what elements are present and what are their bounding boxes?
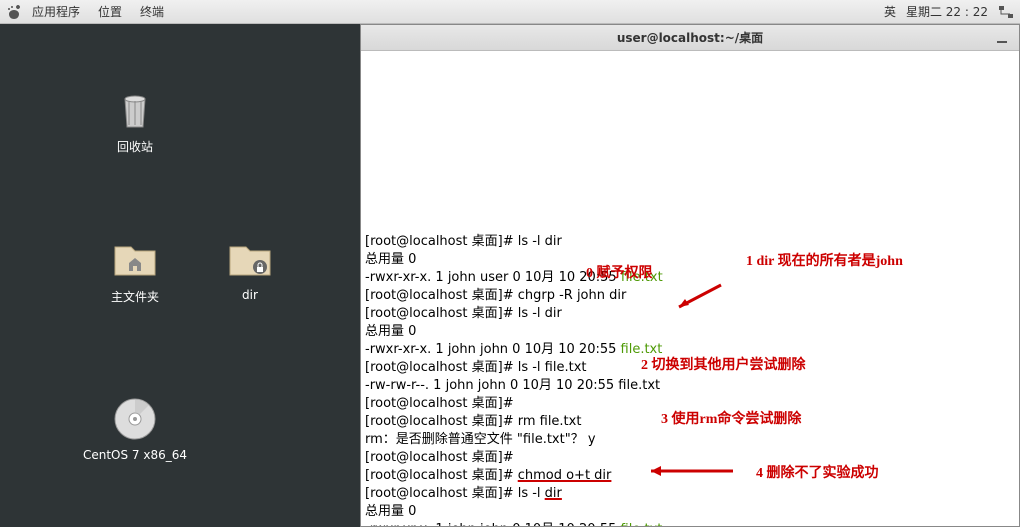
terminal-line: [root@localhost 桌面]#	[365, 449, 1015, 467]
trash-label: 回收站	[90, 138, 180, 155]
trash-icon[interactable]: 回收站	[90, 84, 180, 155]
gnome-logo-icon	[6, 4, 22, 20]
terminal-line: -rwxr-xr-x. 1 john john 0 10月 10 20:55 f…	[365, 521, 1015, 526]
dir-label: dir	[205, 288, 295, 302]
terminal-line: [root@localhost 桌面]# ls -l dir	[365, 485, 1015, 503]
terminal-line: 总用量 0	[365, 323, 1015, 341]
terminal-window: user@localhost:~/桌面 0 赋予权限 1 dir 现在的所有者是…	[360, 24, 1020, 527]
dir-folder-icon[interactable]: dir	[205, 234, 295, 302]
terminal-line: [root@localhost 桌面]# chmod o+t dir	[365, 467, 1015, 485]
terminal-line: -rwxr-xr-x. 1 john john 0 10月 10 20:55 f…	[365, 341, 1015, 359]
cd-icon[interactable]: CentOS 7 x86_64	[80, 394, 190, 462]
network-icon[interactable]	[998, 4, 1014, 20]
input-method-indicator[interactable]: 英	[884, 3, 896, 20]
terminal-line: 总用量 0	[365, 251, 1015, 269]
terminal-line: [root@localhost 桌面]#	[365, 395, 1015, 413]
terminal-line: -rwxr-xr-x. 1 john user 0 10月 10 20:55 f…	[365, 269, 1015, 287]
cd-label: CentOS 7 x86_64	[80, 448, 190, 462]
clock[interactable]: 星期二 22 : 22	[906, 3, 988, 20]
top-panel: 应用程序 位置 终端 英 星期二 22 : 22	[0, 0, 1020, 24]
terminal-line: [root@localhost 桌面]# ls -l dir	[365, 233, 1015, 251]
panel-left: 应用程序 位置 终端	[6, 1, 172, 22]
desktop[interactable]: 回收站 主文件夹 dir CentOS 7 x86_64	[0, 24, 360, 527]
menu-applications[interactable]: 应用程序	[24, 1, 88, 22]
terminal-line: [root@localhost 桌面]# ls -l file.txt	[365, 359, 1015, 377]
home-label: 主文件夹	[90, 288, 180, 305]
home-folder-icon[interactable]: 主文件夹	[90, 234, 180, 305]
terminal-line: rm：是否删除普通空文件 "file.txt"？ y	[365, 431, 1015, 449]
terminal-line: 总用量 0	[365, 503, 1015, 521]
minimize-button[interactable]	[993, 29, 1011, 47]
terminal-line: [root@localhost 桌面]# chgrp -R john dir	[365, 287, 1015, 305]
menu-terminal[interactable]: 终端	[132, 1, 172, 22]
menu-places[interactable]: 位置	[90, 1, 130, 22]
terminal-titlebar[interactable]: user@localhost:~/桌面	[361, 25, 1019, 51]
terminal-line: [root@localhost 桌面]# ls -l dir	[365, 305, 1015, 323]
terminal-title: user@localhost:~/桌面	[361, 29, 1019, 46]
panel-right: 英 星期二 22 : 22	[884, 3, 1014, 20]
terminal-line: [root@localhost 桌面]# rm file.txt	[365, 413, 1015, 431]
terminal-body[interactable]: 0 赋予权限 1 dir 现在的所有者是john 2 切换到其他用户尝试删除 3…	[361, 51, 1019, 526]
terminal-line: -rw-rw-r--. 1 john john 0 10月 10 20:55 f…	[365, 377, 1015, 395]
